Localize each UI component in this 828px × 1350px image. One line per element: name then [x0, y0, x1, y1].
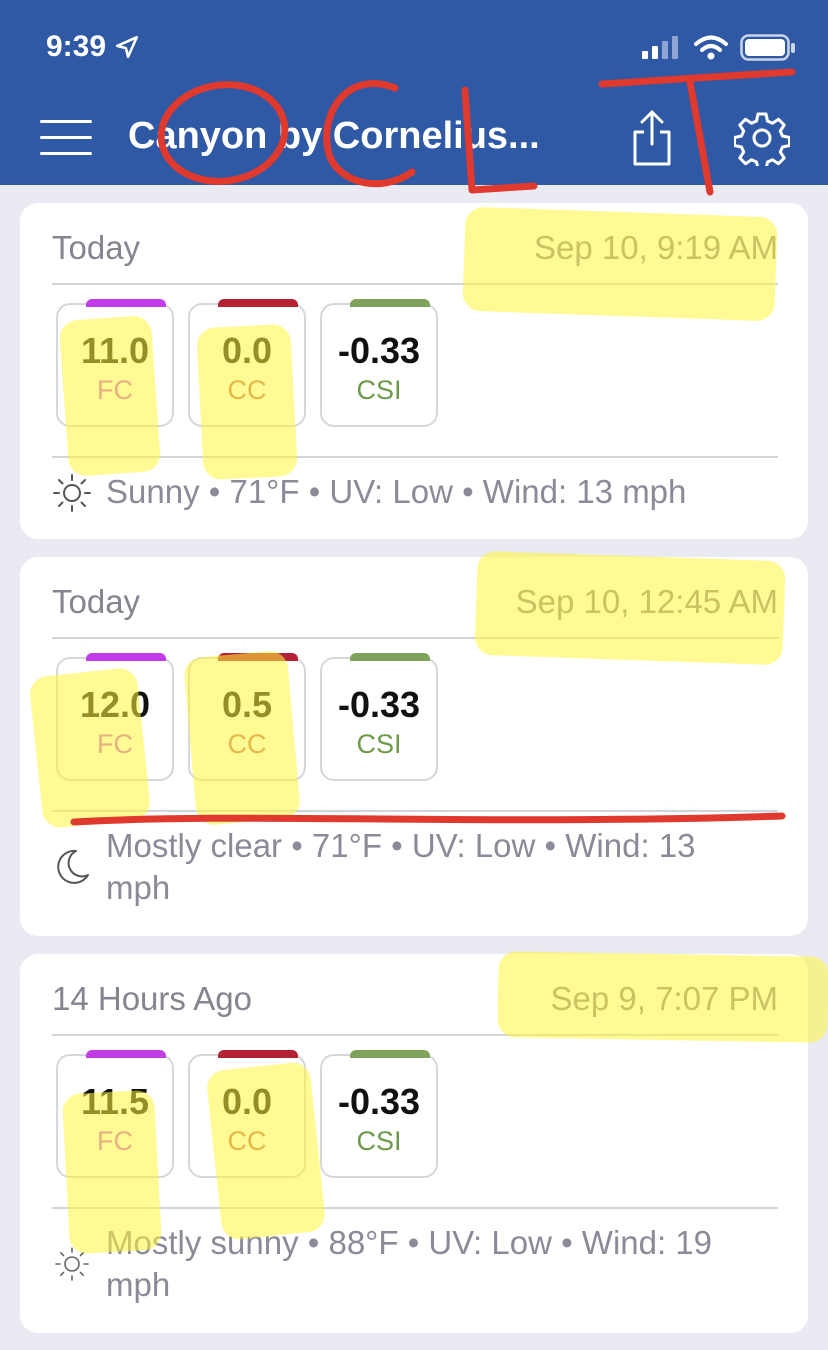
- relative-time: Today: [52, 583, 141, 620]
- metrics-row: 12.0 FC 0.5 CC -0.33 CSI: [56, 653, 438, 781]
- csi-value: -0.33: [337, 1081, 421, 1122]
- fc-label: FC: [97, 375, 133, 405]
- cc-value: 0.5: [221, 684, 273, 725]
- csi-metric: -0.33 CSI: [320, 1050, 438, 1178]
- moon-icon: [57, 849, 89, 884]
- gear-icon[interactable]: [734, 110, 790, 166]
- csi-value: -0.33: [337, 684, 421, 725]
- status-icons: [642, 34, 796, 62]
- fc-metric: 11.5 FC: [56, 1050, 174, 1178]
- card-header: Today Sep 10, 9:19 AM: [52, 229, 778, 285]
- app-header: 9:39 Canyon by Cornelius...: [0, 0, 828, 185]
- csi-value: -0.33: [337, 330, 421, 371]
- sun-icon: [53, 474, 91, 512]
- fc-value: 11.5: [80, 1081, 150, 1122]
- fc-label: FC: [97, 1126, 133, 1156]
- metrics-row: 11.5 FC 0.0 CC -0.33 CSI: [56, 1050, 438, 1178]
- reading-card[interactable]: Today Sep 10, 9:19 AM 11.0 FC 0.0 CC -0.…: [20, 203, 808, 539]
- csi-label: CSI: [356, 375, 402, 405]
- cc-metric: 0.0 CC: [188, 1050, 306, 1178]
- timestamp: Sep 9, 7:07 PM: [550, 980, 778, 1017]
- divider: [52, 456, 778, 458]
- cc-metric: 0.0 CC: [188, 299, 306, 427]
- signal-icon: [642, 36, 678, 59]
- cc-label: CC: [227, 729, 267, 759]
- timestamp: Sep 10, 12:45 AM: [515, 583, 778, 620]
- weather-summary: Mostly clear • 71°F • UV: Low • Wind: 13…: [52, 825, 758, 909]
- relative-time: Today: [52, 229, 141, 266]
- divider: [52, 1207, 778, 1209]
- status-time-label: 9:39: [46, 30, 107, 63]
- weather-text: Mostly sunny • 88°F • UV: Low • Wind: 19…: [106, 1224, 713, 1303]
- app-title: Canyon by Cornelius...: [128, 115, 540, 157]
- weather-text: Mostly clear • 71°F • UV: Low • Wind: 13…: [106, 827, 696, 906]
- csi-label: CSI: [356, 1126, 402, 1156]
- cc-metric: 0.5 CC: [188, 653, 306, 781]
- fc-metric: 12.0 FC: [56, 653, 174, 781]
- relative-time: 14 Hours Ago: [52, 980, 252, 1017]
- cc-value: 0.0: [221, 1081, 273, 1122]
- csi-metric: -0.33 CSI: [320, 653, 438, 781]
- fc-value: 11.0: [80, 330, 150, 371]
- metrics-row: 11.0 FC 0.0 CC -0.33 CSI: [56, 299, 438, 427]
- fc-label: FC: [97, 729, 133, 759]
- fc-value: 12.0: [79, 684, 151, 725]
- reading-card[interactable]: 14 Hours Ago Sep 9, 7:07 PM 11.5 FC 0.0 …: [20, 954, 808, 1333]
- timestamp: Sep 10, 9:19 AM: [533, 229, 778, 266]
- battery-icon: [740, 34, 795, 61]
- weather-summary: Sunny • 71°F • UV: Low • Wind: 13 mph: [52, 471, 758, 513]
- csi-label: CSI: [356, 729, 402, 759]
- weather-text: Sunny • 71°F • UV: Low • Wind: 13 mph: [106, 473, 687, 510]
- cc-label: CC: [227, 375, 267, 405]
- card-header: Today Sep 10, 12:45 AM: [52, 583, 778, 639]
- location-arrow-icon: [115, 35, 139, 59]
- weather-summary: Mostly sunny • 88°F • UV: Low • Wind: 19…: [52, 1222, 758, 1306]
- cc-value: 0.0: [221, 330, 273, 371]
- cc-label: CC: [227, 1126, 267, 1156]
- sun-outline-icon: [55, 1247, 89, 1281]
- card-header: 14 Hours Ago Sep 9, 7:07 PM: [52, 980, 778, 1036]
- menu-icon[interactable]: [40, 118, 94, 158]
- csi-metric: -0.33 CSI: [320, 299, 438, 427]
- status-time: 9:39: [46, 30, 140, 64]
- wifi-icon: [694, 35, 728, 60]
- share-icon[interactable]: [630, 108, 674, 168]
- fc-metric: 11.0 FC: [56, 299, 174, 427]
- reading-card[interactable]: Today Sep 10, 12:45 AM 12.0 FC 0.5 CC -0…: [20, 557, 808, 936]
- divider: [52, 810, 778, 812]
